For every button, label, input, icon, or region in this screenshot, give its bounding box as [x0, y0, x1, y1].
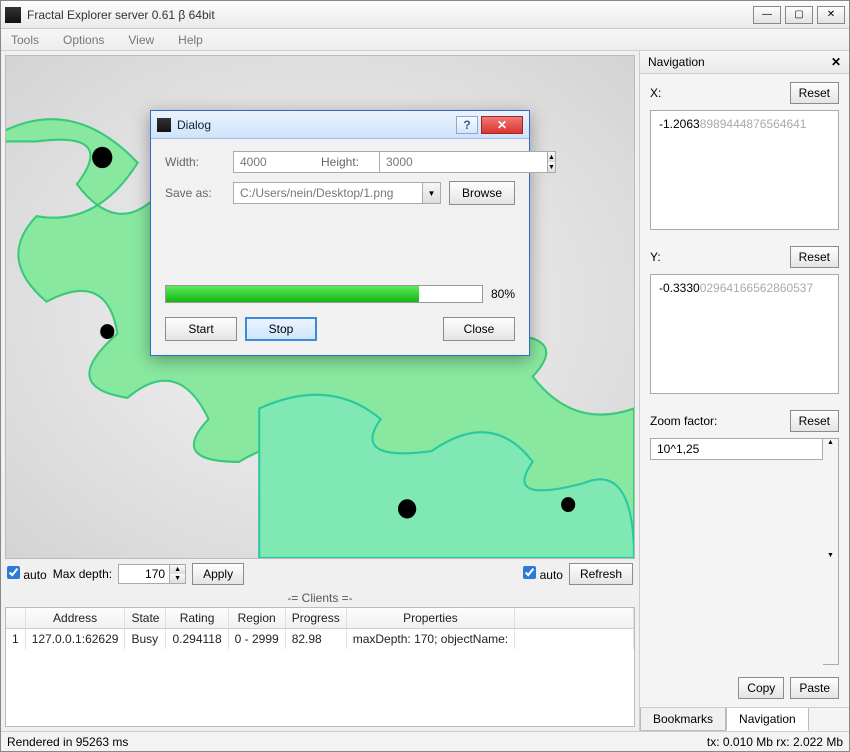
x-label: X:: [650, 86, 790, 100]
clients-table[interactable]: Address State Rating Region Progress Pro…: [5, 607, 635, 727]
window-controls: — ▢ ✕: [753, 6, 845, 24]
status-network: tx: 0.010 Mb rx: 2.022 Mb: [707, 735, 843, 749]
maxdepth-label: Max depth:: [53, 567, 112, 581]
dialog-close-button[interactable]: ✕: [481, 116, 523, 134]
col-state[interactable]: State: [125, 608, 166, 629]
reset-x-button[interactable]: Reset: [790, 82, 839, 104]
maxdepth-input[interactable]: [118, 564, 170, 584]
refresh-button[interactable]: Refresh: [569, 563, 633, 585]
col-rating[interactable]: Rating: [166, 608, 228, 629]
titlebar[interactable]: Fractal Explorer server 0.61 β 64bit — ▢…: [1, 1, 849, 29]
progress-percent: 80%: [491, 287, 515, 301]
statusbar: Rendered in 95263 ms tx: 0.010 Mb rx: 2.…: [1, 731, 849, 751]
dialog-title: Dialog: [177, 118, 456, 132]
saveas-dropdown-icon[interactable]: ▼: [423, 182, 441, 204]
menu-tools[interactable]: Tools: [7, 31, 43, 48]
col-idx[interactable]: [6, 608, 25, 629]
zoom-spinner[interactable]: ▲▼: [823, 438, 839, 665]
close-button[interactable]: ✕: [817, 6, 845, 24]
menubar: Tools Options View Help: [1, 29, 849, 51]
y-coordinate-input[interactable]: -0.333002964166562860537: [650, 274, 839, 394]
app-icon: [5, 7, 21, 23]
dialog-help-button[interactable]: ?: [456, 116, 478, 134]
menu-options[interactable]: Options: [59, 31, 108, 48]
paste-button[interactable]: Paste: [790, 677, 839, 699]
export-dialog: Dialog ? ✕ Width: ▲▼ Height: ▲▼ Save as:…: [150, 110, 530, 356]
col-progress[interactable]: Progress: [285, 608, 346, 629]
nav-header: Navigation ✕: [640, 51, 849, 74]
depth-toolbar: auto Max depth: ▲▼ Apply auto Refresh: [5, 559, 635, 589]
y-label: Y:: [650, 250, 790, 264]
col-region[interactable]: Region: [228, 608, 285, 629]
progress-fill: [166, 286, 419, 302]
width-label: Width:: [165, 155, 225, 169]
nav-close-icon[interactable]: ✕: [831, 55, 841, 69]
start-button[interactable]: Start: [165, 317, 237, 341]
zoom-factor-input[interactable]: [650, 438, 823, 460]
maxdepth-spinner[interactable]: ▲▼: [118, 564, 186, 584]
nav-tabs: Bookmarks Navigation: [640, 707, 849, 731]
tab-bookmarks[interactable]: Bookmarks: [640, 708, 726, 731]
status-render-time: Rendered in 95263 ms: [7, 735, 128, 749]
nav-title: Navigation: [648, 55, 705, 69]
width-field[interactable]: ▲▼: [233, 151, 313, 173]
menu-help[interactable]: Help: [174, 31, 207, 48]
table-row[interactable]: 1 127.0.0.1:62629 Busy 0.294118 0 - 2999…: [6, 629, 634, 650]
col-address[interactable]: Address: [25, 608, 125, 629]
progress-bar: [165, 285, 483, 303]
reset-zoom-button[interactable]: Reset: [790, 410, 839, 432]
clients-title: -= Clients =-: [5, 589, 635, 607]
browse-button[interactable]: Browse: [449, 181, 515, 205]
height-field[interactable]: ▲▼: [379, 151, 459, 173]
dialog-close-btn[interactable]: Close: [443, 317, 515, 341]
menu-view[interactable]: View: [124, 31, 158, 48]
reset-y-button[interactable]: Reset: [790, 246, 839, 268]
auto-depth-checkbox[interactable]: auto: [7, 566, 47, 582]
height-label: Height:: [321, 155, 371, 169]
dialog-titlebar[interactable]: Dialog ? ✕: [151, 111, 529, 139]
spinner-arrows[interactable]: ▲▼: [170, 564, 186, 584]
col-properties[interactable]: Properties: [346, 608, 514, 629]
maximize-button[interactable]: ▢: [785, 6, 813, 24]
saveas-label: Save as:: [165, 186, 225, 200]
saveas-field[interactable]: ▼: [233, 182, 441, 204]
dialog-icon: [157, 118, 171, 132]
tab-navigation[interactable]: Navigation: [726, 708, 809, 731]
copy-button[interactable]: Copy: [738, 677, 784, 699]
auto-refresh-checkbox[interactable]: auto: [523, 566, 563, 582]
stop-button[interactable]: Stop: [245, 317, 317, 341]
minimize-button[interactable]: —: [753, 6, 781, 24]
window-title: Fractal Explorer server 0.61 β 64bit: [27, 8, 753, 22]
apply-button[interactable]: Apply: [192, 563, 244, 585]
navigation-panel: Navigation ✕ X: Reset -1.206389894448765…: [639, 51, 849, 731]
x-coordinate-input[interactable]: -1.20638989444876564641: [650, 110, 839, 230]
zoom-label: Zoom factor:: [650, 414, 790, 428]
